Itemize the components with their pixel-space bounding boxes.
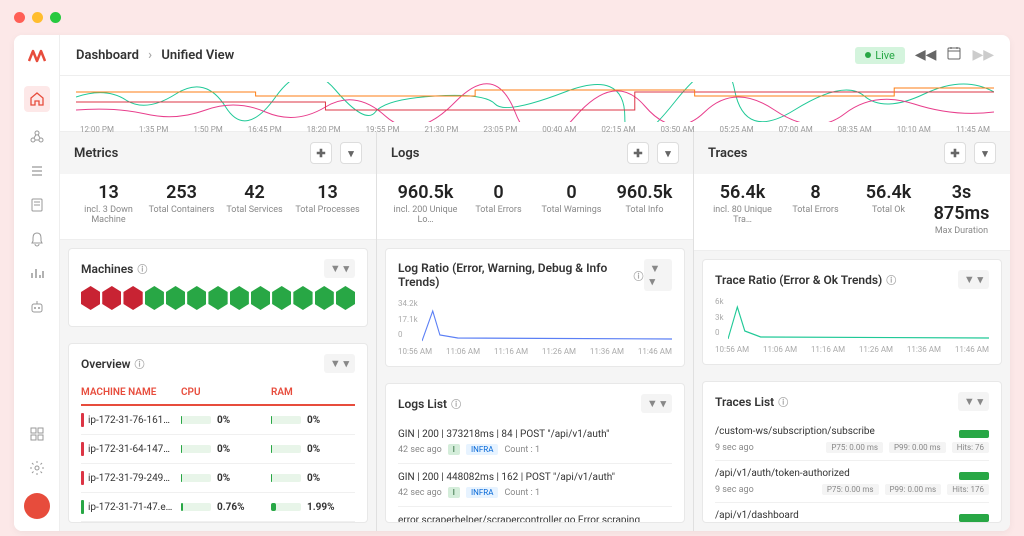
topbar: Dashboard › Unified View Live ◀◀ ▶▶: [60, 35, 1010, 76]
panels-row: Metrics ✚ ▾ 13incl. 3 Down Machine 253To…: [60, 132, 1010, 531]
main-content: Dashboard › Unified View Live ◀◀ ▶▶: [60, 35, 1010, 531]
log-item[interactable]: GIN | 200 | 373218ms | 84 | POST "/api/v…: [398, 421, 672, 464]
trace-ratio-filter[interactable]: ▼ ▾: [958, 270, 989, 289]
logs-menu-button[interactable]: ▾: [657, 142, 679, 164]
maximize-window[interactable]: [50, 12, 61, 23]
logo-icon[interactable]: [28, 47, 46, 70]
info-icon[interactable]: ⓘ: [451, 396, 461, 411]
machine-hex[interactable]: [145, 286, 164, 310]
app-window: Dashboard › Unified View Live ◀◀ ▶▶: [14, 35, 1010, 531]
nav-settings-icon[interactable]: [28, 459, 46, 477]
user-avatar[interactable]: [24, 493, 50, 519]
sidebar: [14, 35, 60, 531]
nav-cluster-icon[interactable]: [28, 128, 46, 146]
nav-apps-icon[interactable]: [28, 425, 46, 443]
nav-bell-icon[interactable]: [28, 230, 46, 248]
metrics-menu-button[interactable]: ▾: [340, 142, 362, 164]
overview-title: Overview: [81, 357, 131, 371]
table-row[interactable]: ip-172-31-65-75… 30.26% 7.76%: [81, 522, 355, 523]
log-ratio-title: Log Ratio (Error, Warning, Debug & Info …: [398, 261, 630, 289]
machine-hex[interactable]: [81, 286, 100, 310]
logs-list-title: Logs List: [398, 397, 447, 411]
calendar-icon[interactable]: [946, 45, 962, 65]
machines-hex-row: [81, 286, 355, 310]
traces-add-button[interactable]: ✚: [944, 142, 966, 164]
machine-hex[interactable]: [208, 286, 227, 310]
machine-hex[interactable]: [336, 286, 355, 310]
machines-title: Machines: [81, 262, 133, 276]
overview-filter[interactable]: ▼ ▾: [324, 354, 355, 373]
traces-menu-button[interactable]: ▾: [974, 142, 996, 164]
logs-add-button[interactable]: ✚: [627, 142, 649, 164]
info-icon[interactable]: ⓘ: [634, 268, 644, 283]
nav-home-icon[interactable]: [24, 86, 50, 112]
traces-list-title: Traces List: [715, 395, 774, 409]
metrics-panel: Metrics ✚ ▾ 13incl. 3 Down Machine 253To…: [60, 132, 377, 531]
trace-item[interactable]: /api/v1/auth/token-authorized 9 sec agoP…: [715, 461, 989, 503]
log-item[interactable]: error scraperhelper/scrapercontroller.go…: [398, 507, 672, 523]
nav-layers-icon[interactable]: [28, 162, 46, 180]
table-row[interactable]: ip-172-31-71-47.e… 0.76% 1.99%: [81, 493, 355, 522]
trace-ratio-card: Trace Ratio (Error & Ok Trends) ⓘ ▼ ▾ 6k…: [702, 259, 1002, 365]
traces-stats: 56.4kincl. 80 Unique Tra… 8Total Errors …: [694, 174, 1010, 251]
breadcrumb-root[interactable]: Dashboard: [76, 48, 139, 63]
table-row[interactable]: ip-172-31-76-161… 0% 0%: [81, 406, 355, 435]
logs-stats: 960.5kincl. 200 Unique Lo… 0Total Errors…: [377, 174, 693, 240]
machine-hex[interactable]: [251, 286, 270, 310]
log-ratio-filter[interactable]: ▼ ▾: [644, 259, 672, 291]
machines-filter[interactable]: ▼ ▾: [324, 259, 355, 278]
machine-hex[interactable]: [123, 286, 142, 310]
metrics-stats: 13incl. 3 Down Machine 253Total Containe…: [60, 174, 376, 240]
machine-hex[interactable]: [315, 286, 334, 310]
nav-document-icon[interactable]: [28, 196, 46, 214]
trace-item[interactable]: /custom-ws/subscription/subscribe 9 sec …: [715, 419, 989, 461]
log-ratio-card: Log Ratio (Error, Warning, Debug & Info …: [385, 248, 685, 367]
info-icon[interactable]: ⓘ: [778, 394, 788, 409]
breadcrumb-page[interactable]: Unified View: [161, 48, 234, 63]
breadcrumb: Dashboard › Unified View: [76, 48, 234, 63]
overview-spark-chart[interactable]: 12:00 PM1:35 PM1:50 PM16:45 PM18:20 PM19…: [60, 76, 1010, 132]
overview-table-header: MACHINE NAME CPU RAM: [81, 381, 355, 406]
rewind-icon[interactable]: ◀◀: [915, 47, 937, 63]
machine-hex[interactable]: [293, 286, 312, 310]
logs-title: Logs: [391, 146, 419, 161]
machines-card: Machines ⓘ ▼ ▾: [68, 248, 368, 327]
trace-item[interactable]: /api/v1/dashboard 10 sec agoP75: 0.00 ms…: [715, 503, 989, 523]
traces-list-filter[interactable]: ▼ ▾: [958, 392, 989, 411]
machine-hex[interactable]: [187, 286, 206, 310]
forward-icon[interactable]: ▶▶: [972, 47, 994, 63]
live-badge[interactable]: Live: [855, 47, 905, 64]
traces-panel: Traces ✚ ▾ 56.4kincl. 80 Unique Tra… 8To…: [694, 132, 1010, 531]
close-window[interactable]: [14, 12, 25, 23]
nav-bot-icon[interactable]: [28, 298, 46, 316]
nav-analytics-icon[interactable]: [28, 264, 46, 282]
minimize-window[interactable]: [32, 12, 43, 23]
machine-hex[interactable]: [272, 286, 291, 310]
macos-window-controls: [0, 0, 1024, 35]
metrics-title: Metrics: [74, 146, 118, 161]
breadcrumb-sep: ›: [148, 48, 152, 63]
table-row[interactable]: ip-172-31-64-147… 0% 0%: [81, 435, 355, 464]
log-item[interactable]: GIN | 200 | 448082ms | 162 | POST "/api/…: [398, 464, 672, 507]
info-icon[interactable]: ⓘ: [135, 356, 145, 371]
traces-title: Traces: [708, 146, 747, 161]
logs-panel: Logs ✚ ▾ 960.5kincl. 200 Unique Lo… 0Tot…: [377, 132, 694, 531]
logs-list-card: Logs List ⓘ ▼ ▾ GIN | 200 | 373218ms | 8…: [385, 383, 685, 523]
traces-list-card: Traces List ⓘ ▼ ▾ /custom-ws/subscriptio…: [702, 381, 1002, 523]
trace-ratio-title: Trace Ratio (Error & Ok Trends): [715, 273, 882, 287]
info-icon[interactable]: ⓘ: [886, 272, 896, 287]
metrics-add-button[interactable]: ✚: [310, 142, 332, 164]
machine-hex[interactable]: [230, 286, 249, 310]
logs-list-filter[interactable]: ▼ ▾: [641, 394, 672, 413]
machine-hex[interactable]: [166, 286, 185, 310]
overview-card: Overview ⓘ ▼ ▾ MACHINE NAME CPU RAM ip-1…: [68, 343, 368, 523]
spark-time-axis: 12:00 PM1:35 PM1:50 PM16:45 PM18:20 PM19…: [76, 125, 994, 134]
machine-hex[interactable]: [102, 286, 121, 310]
table-row[interactable]: ip-172-31-79-249… 0% 0%: [81, 464, 355, 493]
info-icon[interactable]: ⓘ: [137, 261, 147, 276]
